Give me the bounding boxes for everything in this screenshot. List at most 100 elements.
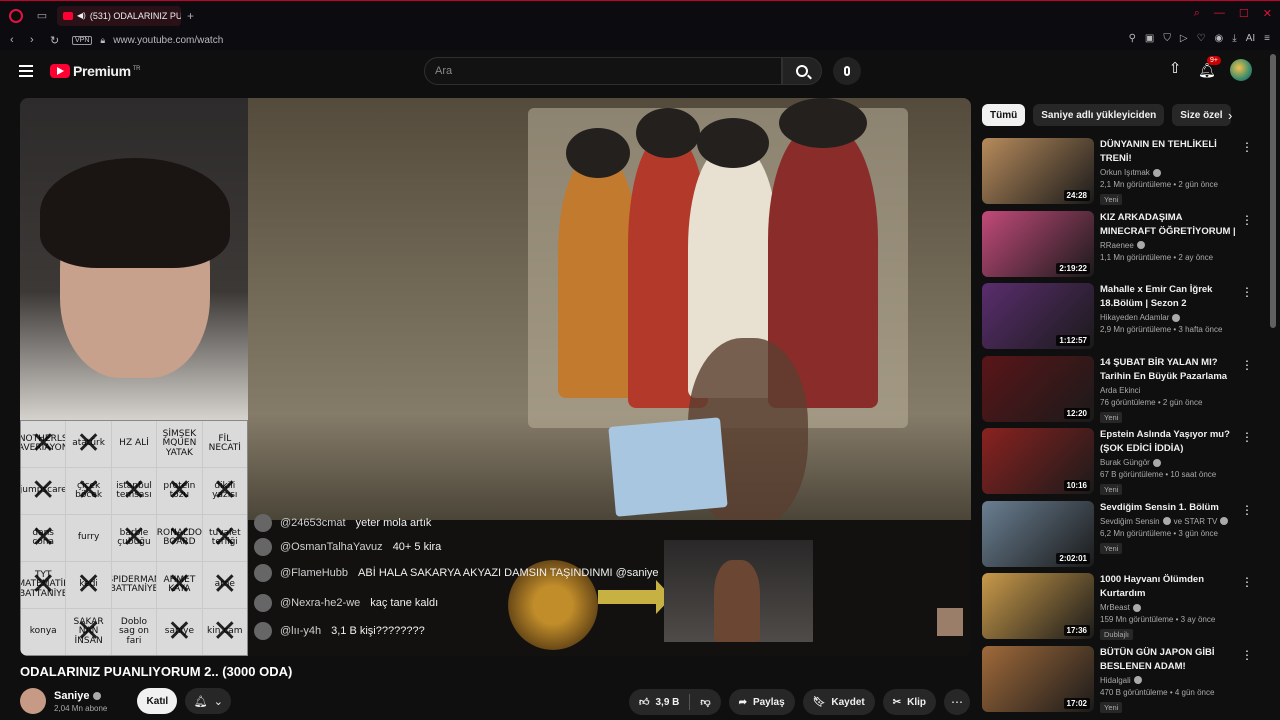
- video-thumbnail[interactable]: 2:02:01: [982, 500, 1094, 567]
- like-count[interactable]: 3,9 B: [656, 697, 680, 708]
- youtube-logo-icon[interactable]: [50, 64, 70, 78]
- rec-title[interactable]: 1000 Hayvanı Ölümden Kurtardım: [1100, 573, 1236, 601]
- like-icon[interactable]: 👍︎: [639, 696, 649, 708]
- pin-icon[interactable]: ⚲: [1129, 33, 1136, 44]
- speaker-icon[interactable]: ◀): [77, 11, 86, 20]
- rec-channel-name[interactable]: Hikayeden Adamlar: [1100, 313, 1169, 322]
- video-thumbnail[interactable]: 1:12:57: [982, 283, 1094, 349]
- dislike-icon[interactable]: 👎︎: [700, 696, 710, 708]
- recommended-video[interactable]: 24:28 DÜNYANIN EN TEHLİKELİ TRENİ! Orkun I…: [982, 138, 1257, 205]
- page-scrollbar[interactable]: [1270, 54, 1276, 328]
- video-duration: 1:12:57: [1056, 335, 1090, 346]
- rec-title[interactable]: Sevdiğim Sensin 1. Bölüm: [1100, 501, 1236, 515]
- more-actions-button[interactable]: ⋯: [944, 689, 970, 715]
- rec-channel-name[interactable]: Sevdiğim Sensin: [1100, 517, 1160, 526]
- recommended-video[interactable]: 17:02 BÜTÜN GÜN JAPON GİBİ BESLENEN ADAM!…: [982, 645, 1257, 713]
- rec-channel-name[interactable]: RRaenee: [1100, 241, 1134, 250]
- filter-chip[interactable]: Size özel: [1172, 104, 1231, 126]
- player-icon[interactable]: ▷: [1180, 33, 1188, 44]
- more-options-icon[interactable]: ⋮: [1241, 430, 1253, 444]
- menu-icon[interactable]: ≡: [1264, 33, 1270, 44]
- lock-icon[interactable]: 🔒︎: [100, 35, 105, 46]
- inset-video: [664, 540, 813, 642]
- rec-channel-name[interactable]: Orkun Işıtmak: [1100, 168, 1150, 177]
- video-thumbnail[interactable]: 17:02: [982, 645, 1094, 712]
- share-button[interactable]: ➦ Paylaş: [728, 689, 795, 715]
- youtube-premium-brand[interactable]: Premium TR: [73, 63, 141, 79]
- channel-name[interactable]: Saniye: [54, 690, 89, 702]
- search-input[interactable]: [435, 65, 781, 77]
- hamburger-menu-icon[interactable]: [19, 65, 33, 77]
- forward-icon[interactable]: ›: [30, 34, 40, 46]
- heart-icon[interactable]: ♡: [1197, 33, 1206, 44]
- search-box[interactable]: [424, 57, 782, 85]
- recommended-video[interactable]: 2:02:01 Sevdiğim Sensin 1. Bölüm Sevdiğim …: [982, 500, 1257, 567]
- video-thumbnail[interactable]: 2:19:22: [982, 210, 1094, 277]
- bingo-cell-text: FİL NECATİ: [208, 433, 241, 453]
- join-button[interactable]: Katıl: [137, 688, 178, 714]
- video-thumbnail[interactable]: 12:20: [982, 355, 1094, 422]
- recommended-video[interactable]: 10:16 Epstein Aslında Yaşıyor mu? (ŞOK ED…: [982, 428, 1257, 495]
- more-options-icon[interactable]: ⋮: [1241, 648, 1253, 662]
- bingo-cell: çiçek böcek: [66, 468, 111, 514]
- maximize-button[interactable]: ☐: [1239, 7, 1249, 20]
- rec-channel-extra[interactable]: ve STAR TV: [1174, 517, 1218, 526]
- new-tab-button[interactable]: +: [187, 9, 194, 23]
- recommended-video[interactable]: 1:12:57 Mahalle x Emir Can İğrek 18.Bölüm…: [982, 283, 1257, 349]
- video-player[interactable]: NOTHERLS AVERIAYON atatürk HZ ALİ ŞİMŞEK MQ…: [20, 98, 971, 656]
- opera-logo-icon[interactable]: [9, 8, 23, 23]
- recommended-video[interactable]: 12:20 14 ŞUBAT BİR YALAN MI? Tarihin En B…: [982, 355, 1257, 423]
- more-options-icon[interactable]: ⋮: [1241, 503, 1253, 517]
- url-text[interactable]: www.youtube.com/watch: [113, 35, 223, 46]
- clip-button[interactable]: ✂ Klip: [882, 689, 936, 715]
- recommended-video-info: BÜTÜN GÜN JAPON GİBİ BESLENEN ADAM! Hidal…: [1100, 646, 1236, 713]
- browser-tab[interactable]: ◀) (531) ODALARINIZ PUA: [57, 5, 181, 26]
- rec-channel-name[interactable]: Hidalgali: [1100, 676, 1131, 685]
- rec-channel-name[interactable]: MrBeast: [1100, 603, 1130, 612]
- account-icon[interactable]: ◉: [1215, 33, 1224, 44]
- rec-channel-name[interactable]: Arda Ekinci: [1100, 386, 1140, 395]
- channel-name-row[interactable]: Saniye: [54, 690, 107, 702]
- rec-badge: Yeni: [1100, 194, 1123, 205]
- video-thumbnail[interactable]: 10:16: [982, 428, 1094, 494]
- close-button[interactable]: ✕: [1263, 7, 1272, 20]
- rec-title[interactable]: KIZ ARKADAŞIMA MINECRAFT ÖĞRETİYORUM | M…: [1100, 211, 1236, 239]
- rec-title[interactable]: Epstein Aslında Yaşıyor mu? (ŞOK EDİCİ İ…: [1100, 428, 1236, 456]
- reload-icon[interactable]: ↻: [50, 34, 60, 47]
- notifications-bell-icon[interactable]: 🔔︎ 9+: [1198, 56, 1221, 78]
- filter-chip[interactable]: Tümü: [982, 104, 1026, 126]
- workspaces-icon[interactable]: ▭: [35, 9, 49, 23]
- shield-icon[interactable]: ⛉: [1163, 33, 1171, 44]
- search-tabs-icon[interactable]: ⌕: [1194, 7, 1200, 20]
- download-icon[interactable]: ⤓: [1232, 33, 1236, 44]
- rec-channel-name[interactable]: Burak Güngör: [1100, 458, 1150, 467]
- more-options-icon[interactable]: ⋮: [1241, 140, 1253, 154]
- search-button[interactable]: [782, 57, 822, 85]
- chevron-right-icon[interactable]: ›: [1228, 108, 1232, 123]
- recommended-video[interactable]: 17:36 1000 Hayvanı Ölümden Kurtardım MrBea…: [982, 573, 1257, 640]
- more-options-icon[interactable]: ⋮: [1241, 285, 1253, 299]
- back-icon[interactable]: ‹: [10, 34, 20, 46]
- more-options-icon[interactable]: ⋮: [1241, 575, 1253, 589]
- vpn-badge[interactable]: VPN: [72, 35, 93, 45]
- recommended-video[interactable]: 2:19:22 KIZ ARKADAŞIMA MINECRAFT ÖĞRETİYO…: [982, 210, 1257, 277]
- minimize-button[interactable]: —: [1214, 7, 1225, 20]
- video-thumbnail[interactable]: 24:28: [982, 138, 1094, 204]
- rec-title[interactable]: BÜTÜN GÜN JAPON GİBİ BESLENEN ADAM!: [1100, 646, 1236, 674]
- more-options-icon[interactable]: ⋮: [1241, 213, 1253, 227]
- snapshot-icon[interactable]: ▣: [1145, 33, 1154, 44]
- video-thumbnail[interactable]: 17:36: [982, 573, 1094, 639]
- subscription-bell-button[interactable]: 🔔︎ ⌄: [185, 688, 232, 714]
- more-options-icon[interactable]: ⋮: [1241, 358, 1253, 372]
- ai-button[interactable]: AI: [1246, 33, 1255, 44]
- rec-title[interactable]: Mahalle x Emir Can İğrek 18.Bölüm | Sezo…: [1100, 283, 1236, 311]
- create-upload-icon[interactable]: ⇧: [1168, 61, 1182, 78]
- channel-avatar[interactable]: [20, 688, 46, 714]
- filter-chip[interactable]: Saniye adlı yükleyiciden: [1033, 104, 1165, 126]
- save-button[interactable]: 🔖︎ Kaydet: [802, 689, 875, 715]
- rec-title[interactable]: DÜNYANIN EN TEHLİKELİ TRENİ!: [1100, 138, 1236, 166]
- voice-search-button[interactable]: [833, 57, 861, 85]
- account-avatar[interactable]: [1230, 59, 1252, 81]
- rec-title[interactable]: 14 ŞUBAT BİR YALAN MI? Tarihin En Büyük …: [1100, 356, 1236, 384]
- rec-meta: 470 B görüntüleme • 4 gün önce: [1100, 687, 1215, 697]
